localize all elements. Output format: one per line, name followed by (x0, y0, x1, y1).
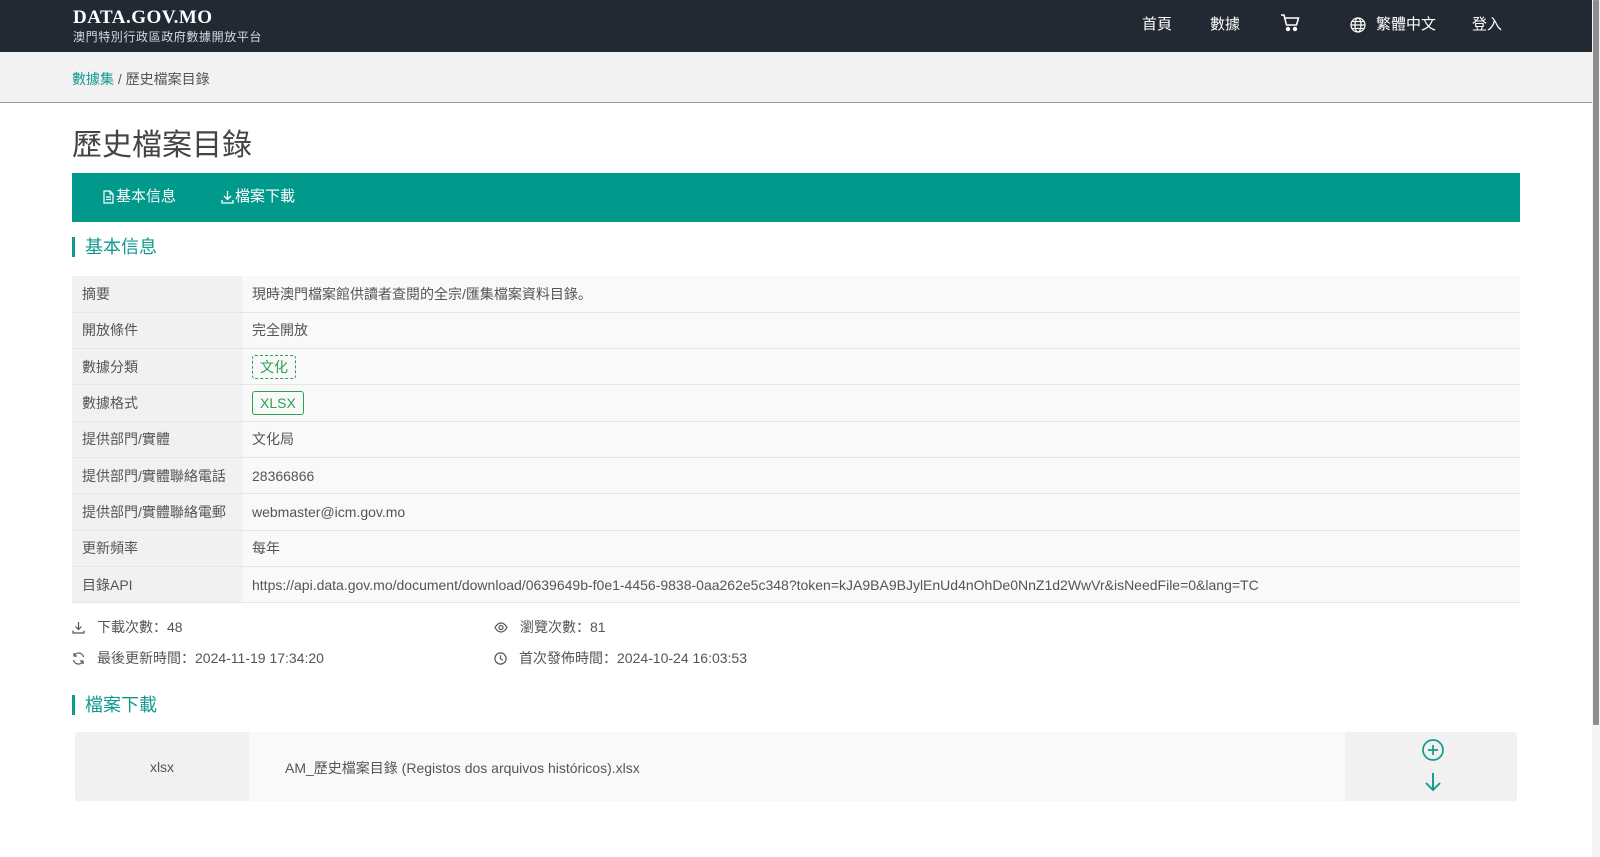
brand-title[interactable]: DATA.GOV.MO (73, 8, 262, 28)
nav-data[interactable]: 數據 (1210, 16, 1240, 34)
plus-circle-icon[interactable] (1421, 738, 1445, 762)
basic-info-heading: 基本信息 (72, 237, 157, 257)
clock-icon (494, 651, 507, 665)
row-key: 數據分類 (72, 348, 242, 385)
row-key: 數據格式 (72, 384, 242, 422)
globe-icon (1350, 17, 1366, 33)
tab-file-download[interactable]: 檔案下載 (221, 189, 295, 205)
breadcrumb-bar: 數據集 / 歷史檔案目錄 (0, 52, 1592, 103)
table-row: 目錄API https://api.data.gov.mo/document/d… (72, 566, 1520, 603)
row-key: 開放條件 (72, 312, 242, 349)
basic-info-table: 摘要 現時澳門檔案館供讀者查閱的全宗/匯集檔案資料目錄。 開放條件 完全開放 數… (72, 276, 1520, 603)
table-row: 開放條件 完全開放 (72, 312, 1520, 349)
language-label: 繁體中文 (1376, 16, 1437, 33)
breadcrumb: 數據集 / 歷史檔案目錄 (72, 69, 210, 89)
download-count-text: 下載次數：48 (97, 619, 183, 635)
breadcrumb-current: 歷史檔案目錄 (125, 71, 210, 87)
first-published-text: 首次發佈時間：2024-10-24 16:03:53 (519, 650, 747, 666)
table-row: 數據分類 文化 (72, 348, 1520, 385)
row-value: 文化局 (242, 421, 1520, 458)
tab-basic-info[interactable]: 基本信息 (102, 189, 176, 205)
table-row: 數據格式 XLSX (72, 384, 1520, 422)
row-key: 更新頻率 (72, 530, 242, 567)
first-published: 首次發佈時間：2024-10-24 16:03:53 (494, 650, 747, 666)
nav-login[interactable]: 登入 (1472, 16, 1502, 34)
category-tag[interactable]: 文化 (252, 354, 296, 379)
row-key: 提供部門/實體聯絡電話 (72, 457, 242, 494)
catalog-api-url: https://api.data.gov.mo/document/downloa… (242, 566, 1520, 603)
section-tabbar: 基本信息 檔案下載 (72, 173, 1520, 222)
row-value: webmaster@icm.gov.mo (242, 493, 1520, 531)
file-actions (1345, 732, 1517, 801)
view-count-text: 瀏覽次數：81 (520, 619, 606, 635)
breadcrumb-separator: / (114, 71, 126, 87)
download-count: 下載次數：48 (72, 619, 183, 635)
last-updated: 最後更新時間：2024-11-19 17:34:20 (72, 650, 324, 666)
row-value: 每年 (242, 530, 1520, 567)
row-key: 提供部門/實體聯絡電郵 (72, 493, 242, 531)
document-icon (103, 190, 114, 204)
file-download-heading: 檔案下載 (72, 695, 157, 715)
brand-subtitle: 澳門特別行政區政府數據開放平台 (73, 30, 263, 44)
row-value: 完全開放 (242, 312, 1520, 349)
row-key: 提供部門/實體 (72, 421, 242, 458)
table-row: 摘要 現時澳門檔案館供讀者查閱的全宗/匯集檔案資料目錄。 (72, 276, 1520, 313)
file-name: AM_歷史檔案目錄 (Registos dos arquivos históri… (285, 760, 640, 776)
eye-icon (494, 621, 508, 633)
download-icon (72, 621, 85, 634)
row-value: 現時澳門檔案館供讀者查閱的全宗/匯集檔案資料目錄。 (242, 276, 1520, 313)
site-brand[interactable]: DATA.GOV.MO 澳門特別行政區政府數據開放平台 (73, 8, 263, 45)
format-tag: XLSX (252, 391, 304, 416)
nav-home[interactable]: 首頁 (1142, 16, 1172, 34)
row-value-cell: 文化 (242, 348, 1520, 385)
row-key: 摘要 (72, 276, 242, 313)
last-updated-text: 最後更新時間：2024-11-19 17:34:20 (97, 650, 324, 666)
scrollbar-thumb[interactable] (1593, 0, 1599, 725)
tab-file-download-label: 檔案下載 (235, 188, 296, 205)
download-icon (221, 191, 234, 204)
page-title: 歷史檔案目錄 (72, 129, 252, 162)
table-row: 提供部門/實體 文化局 (72, 421, 1520, 458)
table-row: 提供部門/實體聯絡電話 28366866 (72, 457, 1520, 494)
refresh-icon (72, 651, 85, 665)
breadcrumb-datasets-link[interactable]: 數據集 (72, 71, 114, 87)
row-key: 目錄API (72, 566, 242, 603)
table-row: 更新頻率 每年 (72, 530, 1520, 567)
language-switcher[interactable]: 繁體中文 (1350, 16, 1436, 34)
row-value: 28366866 (242, 457, 1520, 494)
table-row: 提供部門/實體聯絡電郵 webmaster@icm.gov.mo (72, 493, 1520, 531)
row-value-cell: XLSX (242, 384, 1520, 422)
cart-icon[interactable] (1279, 11, 1301, 33)
top-navbar: DATA.GOV.MO 澳門特別行政區政府數據開放平台 首頁 數據 繁體中文 登… (0, 0, 1592, 52)
tab-basic-info-label: 基本信息 (116, 188, 177, 205)
file-item: xlsx AM_歷史檔案目錄 (Registos dos arquivos hi… (75, 732, 1517, 801)
view-count: 瀏覽次數：81 (494, 619, 606, 635)
file-type: xlsx (149, 758, 175, 775)
arrow-down-icon[interactable] (1421, 770, 1445, 794)
